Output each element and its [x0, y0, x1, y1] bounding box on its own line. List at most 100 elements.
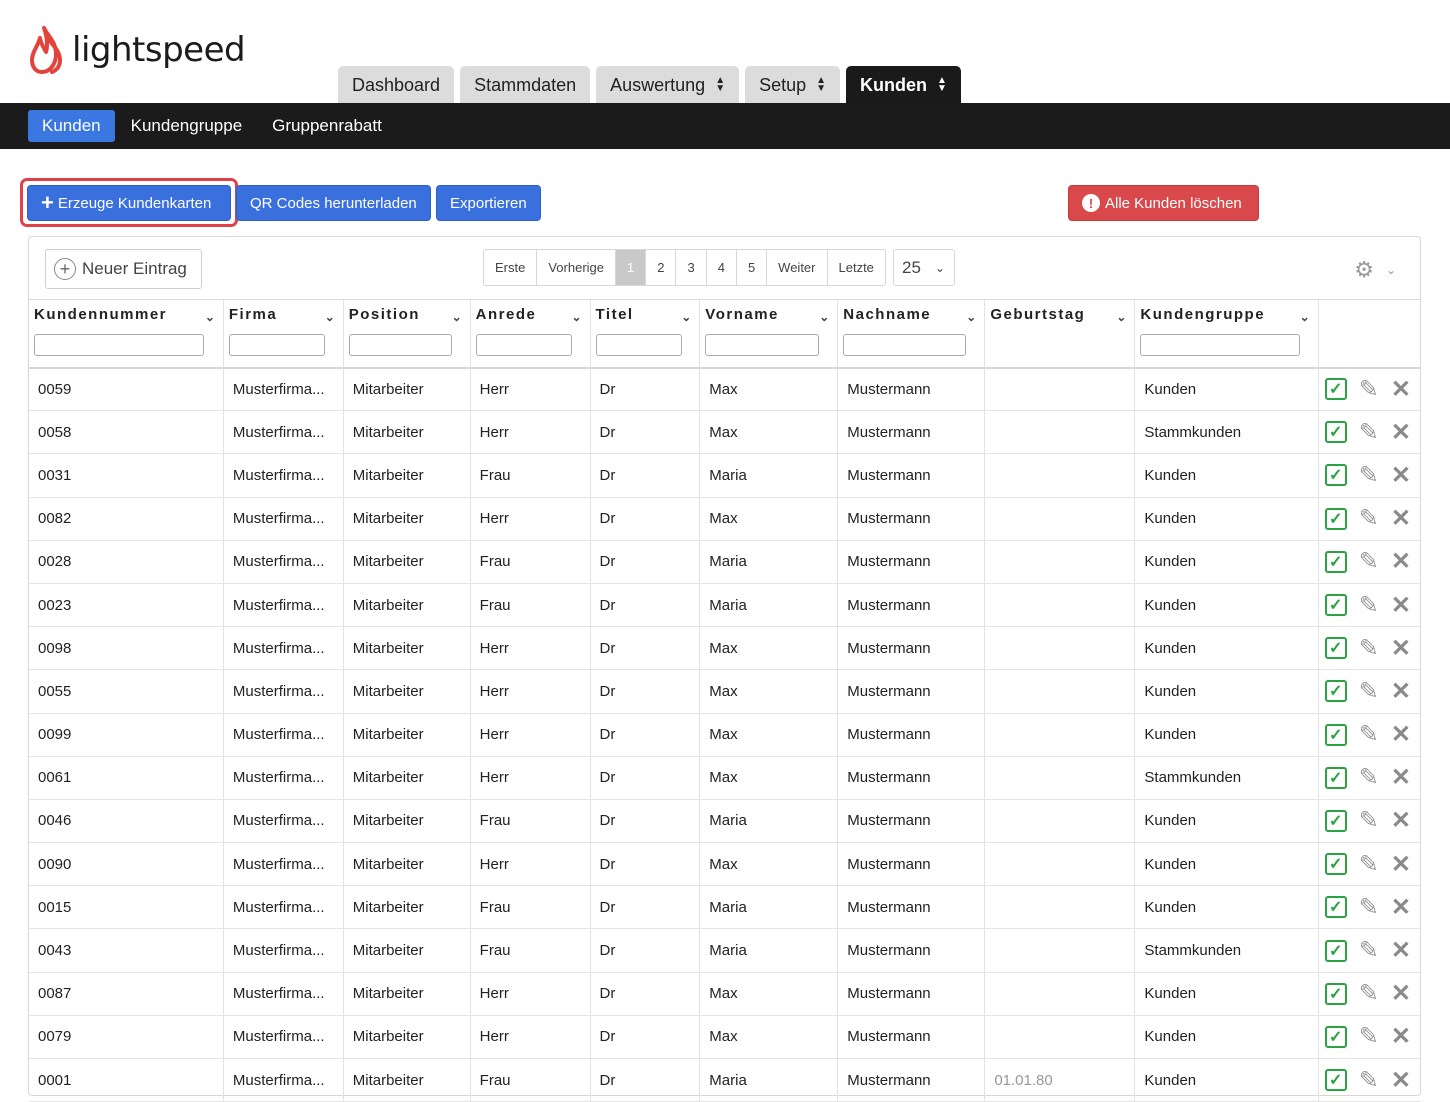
close-icon[interactable]: ✕	[1391, 1022, 1411, 1051]
pencil-icon[interactable]: ✎	[1359, 375, 1379, 404]
filter-titel[interactable]	[595, 334, 682, 356]
create-cards-button[interactable]: + Erzeuge Kundenkarten	[27, 185, 231, 221]
close-icon[interactable]: ✕	[1391, 979, 1411, 1008]
table-row[interactable]: 0055 Musterfirma... Mitarbeiter Herr Dr Max Mu…	[29, 669, 1420, 714]
check-icon[interactable]: ✓	[1324, 464, 1347, 487]
pencil-icon[interactable]: ✎	[1359, 979, 1379, 1008]
pencil-icon[interactable]: ✎	[1359, 634, 1379, 663]
table-row[interactable]: 0099 Musterfirma... Mitarbeiter Herr Dr Max Mu…	[29, 713, 1420, 757]
col-geburtstag[interactable]: Geburtstag ⌄	[984, 299, 1136, 369]
table-row[interactable]: 0028 Musterfirma... Mitarbeiter Frau Dr Maria…	[29, 540, 1420, 584]
table-row[interactable]: 0061 Musterfirma... Mitarbeiter Herr Dr Max Mu…	[29, 756, 1420, 800]
check-icon[interactable]: ✓	[1324, 766, 1347, 789]
subnav-kundengruppe[interactable]: Kundengruppe	[117, 110, 257, 142]
close-icon[interactable]: ✕	[1391, 461, 1411, 490]
page-4[interactable]: 4	[707, 250, 737, 285]
col-firma[interactable]: Firma ⌄	[223, 299, 344, 369]
close-icon[interactable]: ✕	[1391, 375, 1411, 404]
pencil-icon[interactable]: ✎	[1359, 591, 1379, 620]
pencil-icon[interactable]: ✎	[1359, 418, 1379, 447]
col-kundengruppe[interactable]: Kundengruppe ⌄	[1134, 299, 1319, 369]
pencil-icon[interactable]: ✎	[1359, 677, 1379, 706]
check-icon[interactable]: ✓	[1324, 1025, 1347, 1048]
col-position[interactable]: Position ⌄	[343, 299, 471, 369]
table-row[interactable]: 0046 Musterfirma... Mitarbeiter Frau Dr Maria…	[29, 799, 1420, 844]
filter-position[interactable]	[348, 334, 452, 356]
check-icon[interactable]: ✓	[1324, 896, 1347, 919]
close-icon[interactable]: ✕	[1391, 1066, 1411, 1095]
pencil-icon[interactable]: ✎	[1359, 547, 1379, 576]
close-icon[interactable]: ✕	[1391, 806, 1411, 835]
column-settings[interactable]: ⚙ ⌄	[1354, 257, 1396, 283]
check-icon[interactable]: ✓	[1324, 378, 1347, 401]
table-row[interactable]: 0082 Musterfirma... Mitarbeiter Herr Dr Max Mu…	[29, 497, 1420, 541]
close-icon[interactable]: ✕	[1391, 893, 1411, 922]
filter-kundengruppe[interactable]	[1140, 334, 1301, 356]
filter-nachname[interactable]	[843, 334, 967, 356]
close-icon[interactable]: ✕	[1391, 418, 1411, 447]
check-icon[interactable]: ✓	[1324, 939, 1347, 962]
export-button[interactable]: Exportieren	[436, 185, 541, 221]
pencil-icon[interactable]: ✎	[1359, 936, 1379, 965]
pencil-icon[interactable]: ✎	[1359, 461, 1379, 490]
check-icon[interactable]: ✓	[1324, 1069, 1347, 1092]
check-icon[interactable]: ✓	[1324, 809, 1347, 832]
page-3[interactable]: 3	[676, 250, 707, 285]
table-row[interactable]: 0090 Musterfirma... Mitarbeiter Herr Dr Max Mu…	[29, 842, 1420, 887]
pencil-icon[interactable]: ✎	[1359, 763, 1379, 792]
close-icon[interactable]: ✕	[1391, 720, 1411, 749]
filter-kundennummer[interactable]	[34, 334, 204, 356]
col-titel[interactable]: Titel ⌄	[590, 299, 701, 369]
tab-stammdaten[interactable]: Stammdaten	[460, 66, 591, 104]
pencil-icon[interactable]: ✎	[1359, 720, 1379, 749]
page-last[interactable]: Letzte	[828, 250, 885, 285]
pencil-icon[interactable]: ✎	[1359, 1022, 1379, 1051]
close-icon[interactable]: ✕	[1391, 634, 1411, 663]
check-icon[interactable]: ✓	[1324, 594, 1347, 617]
page-next[interactable]: Weiter	[767, 250, 828, 285]
check-icon[interactable]: ✓	[1324, 982, 1347, 1005]
tab-setup[interactable]: Setup ▲ ▼	[745, 66, 841, 104]
table-row[interactable]: 0059 Musterfirma... Mitarbeiter Herr Dr Max Mu…	[29, 367, 1420, 412]
filter-firma[interactable]	[228, 334, 325, 356]
close-icon[interactable]: ✕	[1391, 547, 1411, 576]
table-row[interactable]: 0058 Musterfirma... Mitarbeiter Herr Dr Max Mu…	[29, 410, 1420, 455]
pencil-icon[interactable]: ✎	[1359, 504, 1379, 533]
subnav-kunden[interactable]: Kunden	[28, 110, 115, 142]
tab-dashboard[interactable]: Dashboard	[338, 66, 455, 104]
tab-auswertung[interactable]: Auswertung ▲ ▼	[596, 66, 740, 104]
close-icon[interactable]: ✕	[1391, 504, 1411, 533]
table-row[interactable]: 0023 Musterfirma... Mitarbeiter Frau Dr Maria…	[29, 583, 1420, 628]
close-icon[interactable]: ✕	[1391, 677, 1411, 706]
pencil-icon[interactable]: ✎	[1359, 806, 1379, 835]
new-entry-button[interactable]: + Neuer Eintrag	[45, 249, 202, 289]
page-5[interactable]: 5	[737, 250, 768, 285]
brand-logo[interactable]: lightspeed	[30, 26, 246, 74]
page-size-select[interactable]: 25 ⌄	[893, 249, 955, 286]
table-row[interactable]: 0079 Musterfirma... Mitarbeiter Herr Dr Max Mu…	[29, 1015, 1420, 1060]
close-icon[interactable]: ✕	[1391, 936, 1411, 965]
table-row[interactable]: 0087 Musterfirma... Mitarbeiter Herr Dr Max Mu…	[29, 972, 1420, 1016]
table-row[interactable]: 0043 Musterfirma... Mitarbeiter Frau Dr Maria…	[29, 928, 1420, 973]
col-anrede[interactable]: Anrede ⌄	[470, 299, 591, 369]
check-icon[interactable]: ✓	[1324, 723, 1347, 746]
table-row[interactable]: 0031 Musterfirma... Mitarbeiter Frau Dr Maria…	[29, 453, 1420, 498]
subnav-gruppenrabatt[interactable]: Gruppenrabatt	[258, 110, 396, 142]
col-nachname[interactable]: Nachname ⌄	[837, 299, 986, 369]
pencil-icon[interactable]: ✎	[1359, 1066, 1379, 1095]
table-row[interactable]: 0098 Musterfirma... Mitarbeiter Herr Dr Max Mu…	[29, 626, 1420, 671]
check-icon[interactable]: ✓	[1324, 507, 1347, 530]
tab-kunden[interactable]: Kunden ▲ ▼	[846, 66, 961, 104]
check-icon[interactable]: ✓	[1324, 421, 1347, 444]
check-icon[interactable]: ✓	[1324, 680, 1347, 703]
filter-vorname[interactable]	[705, 334, 820, 356]
col-vorname[interactable]: Vorname ⌄	[699, 299, 839, 369]
check-icon[interactable]: ✓	[1324, 637, 1347, 660]
col-kundennummer[interactable]: Kundennummer ⌄	[29, 299, 224, 369]
pencil-icon[interactable]: ✎	[1359, 850, 1379, 879]
pencil-icon[interactable]: ✎	[1359, 893, 1379, 922]
check-icon[interactable]: ✓	[1324, 550, 1347, 573]
qr-codes-button[interactable]: QR Codes herunterladen	[236, 185, 431, 221]
table-row[interactable]: 0015 Musterfirma... Mitarbeiter Frau Dr Maria…	[29, 885, 1420, 930]
close-icon[interactable]: ✕	[1391, 763, 1411, 792]
